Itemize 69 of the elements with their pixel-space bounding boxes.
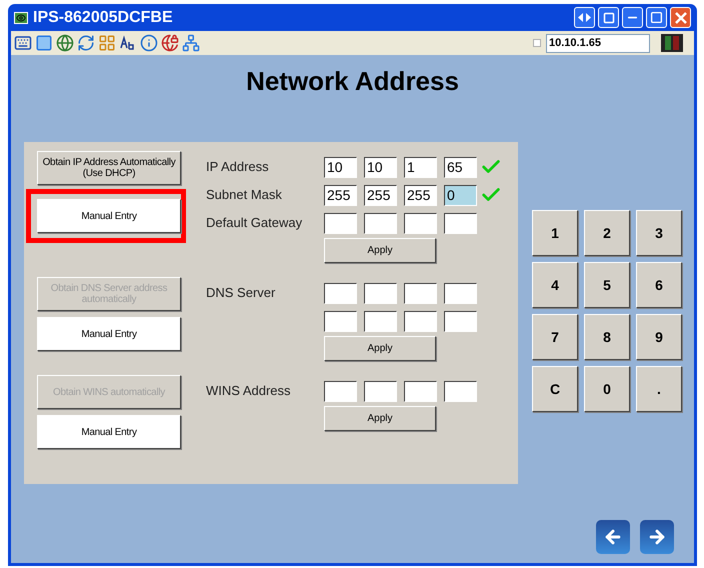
octet-field[interactable]: 255	[404, 184, 437, 206]
refresh-icon[interactable]	[77, 34, 95, 52]
octet-field[interactable]: 0	[444, 184, 477, 206]
field-label: DNS Server	[206, 285, 276, 300]
network-icon[interactable]	[182, 34, 200, 52]
keypad-key[interactable]: 0	[584, 366, 630, 412]
apply-button[interactable]: Apply	[324, 238, 436, 263]
octet-field[interactable]	[324, 380, 357, 402]
keypad-key[interactable]: 1	[532, 210, 578, 256]
keypad-key[interactable]: 6	[636, 262, 682, 308]
apply-button[interactable]: Apply	[324, 336, 436, 361]
keypad-key[interactable]: 3	[636, 210, 682, 256]
manual-entry-button[interactable]: Manual Entry	[37, 415, 181, 449]
globe-lock-icon[interactable]	[161, 34, 179, 52]
globe-icon[interactable]	[56, 34, 74, 52]
octet-field[interactable]: 255	[364, 184, 397, 206]
octet-field[interactable]	[404, 282, 437, 304]
octet-field[interactable]: 10	[364, 156, 397, 178]
octet-field[interactable]: 65	[444, 156, 477, 178]
octet-field[interactable]	[324, 310, 357, 332]
address-field[interactable]: 10.10.1.65	[546, 34, 650, 52]
keypad-key[interactable]: C	[532, 366, 578, 412]
forward-icon[interactable]	[640, 520, 674, 554]
octet-field[interactable]	[444, 380, 477, 402]
square-icon[interactable]	[35, 34, 53, 52]
field-label: Default Gateway	[206, 215, 302, 230]
keypad-key[interactable]: 2	[584, 210, 630, 256]
close-icon[interactable]	[670, 7, 691, 28]
arrows-icon[interactable]	[574, 7, 595, 28]
octet-field[interactable]	[324, 212, 357, 234]
octet-field[interactable]	[364, 380, 397, 402]
octet-field[interactable]	[364, 310, 397, 332]
keypad-key[interactable]: 7	[532, 314, 578, 360]
octet-field[interactable]	[364, 212, 397, 234]
keypad-key[interactable]: 9	[636, 314, 682, 360]
field-label: WINS Address	[206, 383, 291, 398]
minimize-icon[interactable]	[622, 7, 643, 28]
apply-button[interactable]: Apply	[324, 406, 436, 431]
octet-field[interactable]: 1	[404, 156, 437, 178]
keypad-key[interactable]: 4	[532, 262, 578, 308]
manual-entry-button[interactable]: Manual Entry	[37, 199, 181, 233]
window-title: IPS-862005DCFBE	[33, 8, 173, 28]
info-icon[interactable]	[140, 34, 158, 52]
obtain-automatically-button[interactable]: Obtain IP Address Automatically (Use DHCP)	[37, 151, 181, 185]
checkbox[interactable]	[533, 39, 541, 47]
field-label: Subnet Mask	[206, 187, 282, 202]
keypad-key[interactable]: 5	[584, 262, 630, 308]
octet-field[interactable]: 10	[324, 156, 357, 178]
page-heading: Network Address	[246, 65, 459, 97]
status-icon	[661, 34, 683, 52]
octet-field[interactable]	[404, 310, 437, 332]
keyboard-icon[interactable]	[14, 34, 32, 52]
octet-field[interactable]	[404, 380, 437, 402]
maximize-icon[interactable]	[646, 7, 667, 28]
window-switch-icon[interactable]	[598, 7, 619, 28]
octet-field[interactable]	[444, 310, 477, 332]
keypad-key[interactable]: 8	[584, 314, 630, 360]
back-icon[interactable]	[596, 520, 630, 554]
octet-field[interactable]: 255	[324, 184, 357, 206]
eye-icon	[14, 12, 28, 24]
octet-field[interactable]	[444, 282, 477, 304]
octet-field[interactable]	[364, 282, 397, 304]
octet-field[interactable]	[404, 212, 437, 234]
octet-field[interactable]	[324, 282, 357, 304]
octet-field[interactable]	[444, 212, 477, 234]
field-label: IP Address	[206, 159, 269, 174]
keypad-key[interactable]: .	[636, 366, 682, 412]
manual-entry-button[interactable]: Manual Entry	[37, 317, 181, 351]
text-icon[interactable]	[119, 34, 137, 52]
